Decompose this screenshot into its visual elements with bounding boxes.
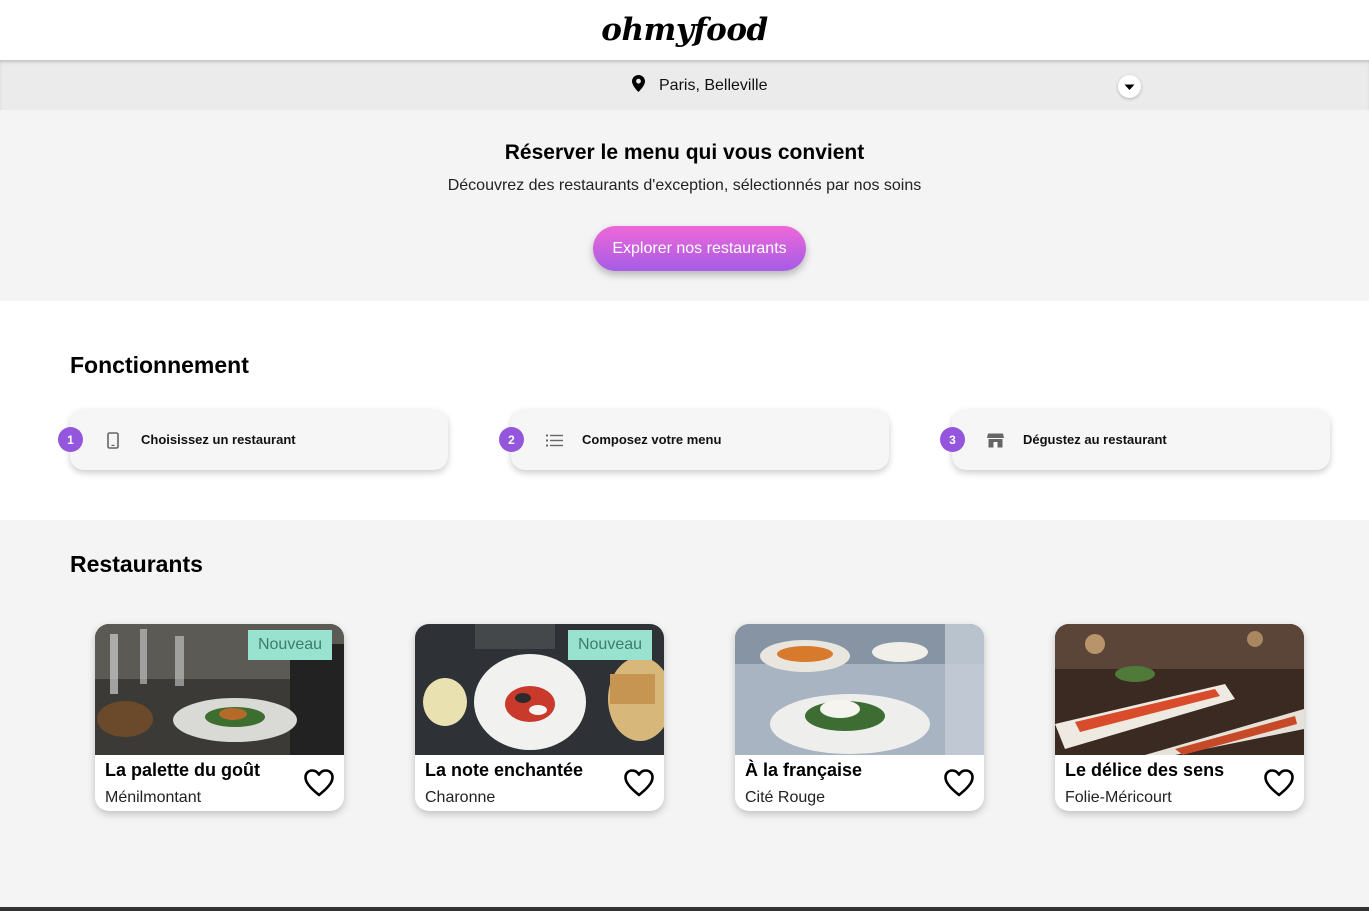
phone-icon [103, 430, 123, 450]
restaurant-card[interactable]: Nouveau La palette du goût Ménilmontant [95, 624, 344, 811]
restaurant-name: Le délice des sens [1065, 760, 1225, 780]
site-header: ohmyfood [0, 0, 1369, 60]
restaurant-area: Cité Rouge [745, 789, 826, 806]
new-badge: Nouveau [568, 630, 652, 660]
heart-icon[interactable] [624, 769, 654, 797]
heart-icon[interactable] [304, 769, 334, 797]
list-icon [544, 430, 564, 450]
restaurant-area: Ménilmontant [105, 789, 202, 806]
location-selector[interactable]: Paris, Belleville [632, 75, 767, 97]
step-number-badge: 2 [499, 427, 524, 452]
step-number-badge: 3 [940, 427, 965, 452]
section-title-restaurants: Restaurants [70, 551, 203, 577]
restaurant-name: La note enchantée [425, 760, 584, 780]
restaurant-name: La palette du goût [105, 760, 260, 780]
restaurant-card[interactable]: À la française Cité Rouge [735, 624, 984, 811]
location-bar: Paris, Belleville [0, 60, 1369, 110]
restaurant-card[interactable]: Le délice des sens Folie-Méricourt [1055, 624, 1304, 811]
step-card-2: 2 Composez votre menu [499, 409, 889, 470]
site-logo[interactable]: ohmyfood [601, 12, 768, 48]
restaurant-card[interactable]: Nouveau La note enchantée Charonne [415, 624, 664, 811]
hero-subtitle: Découvrez des restaurants d'exception, s… [447, 177, 922, 194]
restaurant-area: Folie-Méricourt [1065, 789, 1172, 806]
how-it-works-section: Fonctionnement 1 Choisissez un restauran… [0, 301, 1369, 520]
hero-title: Réserver le menu qui vous convient [504, 141, 865, 164]
step-label: Composez votre menu [582, 432, 722, 447]
heart-icon[interactable] [944, 769, 974, 797]
restaurant-photo [1055, 624, 1304, 755]
step-card-1: 1 Choisissez un restaurant [58, 409, 448, 470]
hero-section: Réserver le menu qui vous convient Décou… [0, 110, 1369, 301]
restaurant-area: Charonne [425, 789, 496, 806]
restaurant-name: À la française [745, 760, 863, 780]
explore-restaurants-button[interactable]: Explorer nos restaurants [593, 226, 806, 271]
restaurant-photo [735, 624, 984, 755]
step-card-3: 3 Dégustez au restaurant [940, 409, 1330, 470]
footer-edge [0, 907, 1369, 911]
store-icon [985, 430, 1005, 450]
new-badge: Nouveau [248, 630, 332, 660]
step-number-badge: 1 [58, 427, 83, 452]
section-title-how: Fonctionnement [70, 352, 249, 378]
location-label: Paris, Belleville [659, 77, 768, 94]
location-dropdown-button[interactable] [1118, 75, 1141, 98]
heart-icon[interactable] [1264, 769, 1294, 797]
map-pin-icon [632, 75, 645, 97]
step-label: Dégustez au restaurant [1023, 432, 1167, 447]
step-label: Choisissez un restaurant [141, 432, 296, 447]
restaurants-section: Restaurants Nouveau La palette du goût M… [0, 520, 1369, 907]
chevron-down-icon [1124, 78, 1135, 96]
